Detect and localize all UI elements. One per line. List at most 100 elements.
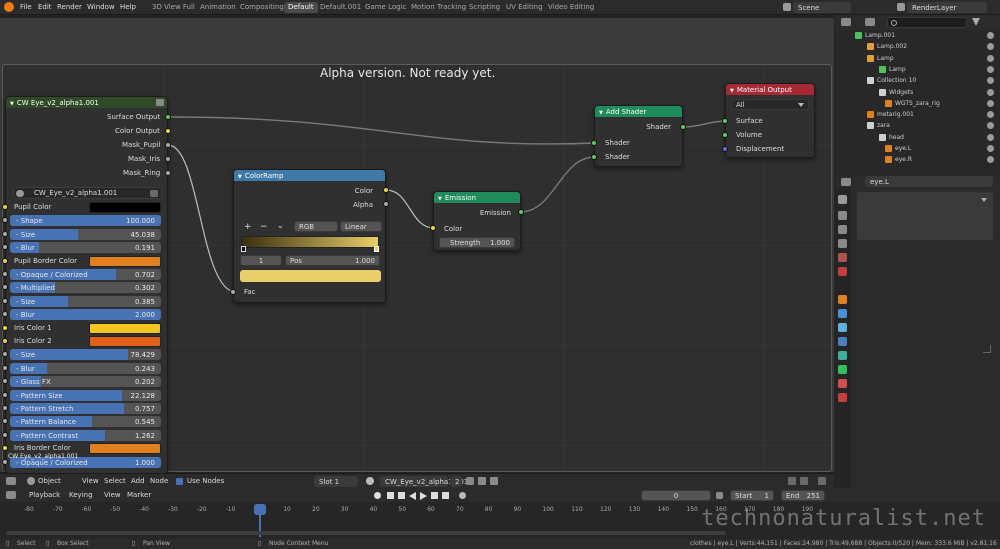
group-slider[interactable]: - Blur 0.191 bbox=[10, 242, 161, 253]
group-slider[interactable]: - Shape 100.000 bbox=[10, 215, 161, 226]
panel-resize-grip[interactable] bbox=[983, 345, 991, 353]
duplicate-material-icon[interactable] bbox=[478, 477, 486, 485]
colorramp-header[interactable]: ▼ ColorRamp bbox=[234, 170, 385, 181]
group-input-socket[interactable] bbox=[2, 204, 8, 210]
tab-video-editing[interactable]: Video Editing bbox=[544, 2, 598, 13]
colorramp-node[interactable]: ▼ ColorRamp Color Alpha + − ⌄ RGB Linear … bbox=[233, 169, 386, 303]
playhead[interactable] bbox=[254, 504, 266, 515]
group-input-socket[interactable] bbox=[2, 298, 8, 304]
group-slider[interactable]: - Blur 2.000 bbox=[10, 309, 161, 320]
fake-user-shield-icon[interactable] bbox=[466, 477, 474, 485]
group-color-swatch[interactable] bbox=[89, 443, 161, 454]
tab-compositing[interactable]: Compositing bbox=[236, 2, 288, 13]
color-output-socket[interactable] bbox=[165, 128, 171, 134]
group-slider[interactable]: - Size 45.038 bbox=[10, 229, 161, 240]
surface-input-socket[interactable] bbox=[722, 118, 728, 124]
material-users-count[interactable]: 2 bbox=[450, 476, 462, 487]
group-input-socket[interactable] bbox=[2, 244, 8, 250]
visibility-eye-icon[interactable] bbox=[987, 43, 994, 51]
constraints-tab-icon[interactable] bbox=[838, 351, 847, 360]
properties-content-box[interactable] bbox=[857, 192, 993, 240]
use-nodes-checkbox[interactable] bbox=[176, 478, 183, 485]
render-layer-selector[interactable]: RenderLayer bbox=[907, 2, 987, 13]
object-mode-dropdown[interactable]: Object bbox=[38, 477, 61, 485]
group-slider[interactable]: - Pattern Size 22.128 bbox=[10, 390, 161, 401]
tab-default[interactable]: Default bbox=[284, 2, 318, 13]
tab-default-001[interactable]: Default.001 bbox=[316, 2, 365, 13]
material-output-header[interactable]: ▼ Material Output bbox=[726, 84, 814, 95]
group-slider[interactable]: - Glass FX 0.202 bbox=[10, 376, 161, 387]
add-shader-node[interactable]: ▼ Add Shader Shader Shader Shader bbox=[594, 105, 683, 167]
menu-file[interactable]: File bbox=[20, 3, 32, 11]
group-input-socket[interactable] bbox=[2, 311, 8, 317]
menu-marker[interactable]: Marker bbox=[127, 491, 151, 499]
add-stop-button[interactable]: + bbox=[244, 222, 252, 232]
visibility-eye-icon[interactable] bbox=[987, 133, 994, 141]
group-input-socket[interactable] bbox=[2, 378, 8, 384]
jump-end-icon[interactable] bbox=[442, 492, 449, 499]
tab-motion-tracking[interactable]: Motion Tracking bbox=[407, 2, 470, 13]
group-slider[interactable]: - Size 0.385 bbox=[10, 296, 161, 307]
tool-tab-icon[interactable] bbox=[838, 195, 847, 204]
chevron-down-icon[interactable] bbox=[981, 198, 987, 202]
ramp-stop-black[interactable] bbox=[241, 246, 246, 252]
current-frame-field[interactable]: 0 bbox=[641, 490, 711, 501]
add-shader-header[interactable]: ▼ Add Shader bbox=[595, 106, 682, 117]
preview-range-icon[interactable] bbox=[716, 492, 723, 499]
record-icon[interactable] bbox=[374, 492, 381, 499]
group-slider[interactable]: - Pattern Contrast 1.262 bbox=[10, 430, 161, 441]
object-mode-icon[interactable] bbox=[27, 477, 35, 485]
outliner-row[interactable]: WGTS_zara_rig bbox=[835, 98, 1000, 109]
menu-window[interactable]: Window bbox=[87, 3, 115, 11]
group-input-socket[interactable] bbox=[2, 445, 8, 451]
properties-editor-icon[interactable] bbox=[841, 178, 851, 186]
visibility-eye-icon[interactable] bbox=[987, 88, 994, 96]
timeline-editor-icon[interactable] bbox=[6, 491, 16, 499]
pin-icon[interactable] bbox=[788, 477, 796, 485]
emission-color-socket[interactable] bbox=[430, 225, 436, 231]
physics-tab-icon[interactable] bbox=[838, 337, 847, 346]
menu-timeline-view[interactable]: View bbox=[104, 491, 121, 499]
snap-icon[interactable] bbox=[800, 477, 808, 485]
menu-add[interactable]: Add bbox=[131, 477, 145, 485]
blender-logo-icon[interactable] bbox=[4, 2, 14, 12]
node-group-icon[interactable] bbox=[156, 99, 164, 106]
scene-selector[interactable]: Scene bbox=[793, 2, 851, 13]
group-color-swatch[interactable] bbox=[89, 202, 161, 213]
material-output-node[interactable]: ▼ Material Output All Surface Volume Disp… bbox=[725, 83, 815, 158]
tab-scripting[interactable]: Scripting bbox=[465, 2, 504, 13]
visibility-eye-icon[interactable] bbox=[987, 77, 994, 85]
visibility-eye-icon[interactable] bbox=[987, 65, 994, 73]
data-tab-icon[interactable] bbox=[838, 365, 847, 374]
mask-pupil-socket[interactable] bbox=[165, 142, 171, 148]
menu-node[interactable]: Node bbox=[150, 477, 168, 485]
visibility-eye-icon[interactable] bbox=[987, 156, 994, 164]
object-name-field[interactable]: eye.L bbox=[865, 176, 993, 187]
group-input-socket[interactable] bbox=[2, 217, 8, 223]
emission-output-socket[interactable] bbox=[518, 209, 524, 215]
group-input-socket[interactable] bbox=[2, 338, 8, 344]
visibility-eye-icon[interactable] bbox=[987, 54, 994, 62]
group-slider[interactable]: - Multiplied 0.302 bbox=[10, 282, 161, 293]
filter-icon[interactable] bbox=[972, 18, 980, 26]
surface-output-socket[interactable] bbox=[165, 114, 171, 120]
emission-header[interactable]: ▼ Emission bbox=[434, 192, 520, 203]
group-slider[interactable]: - Blur 0.243 bbox=[10, 363, 161, 374]
strength-field[interactable]: Strength 1.000 bbox=[439, 237, 515, 248]
group-datablock-selector[interactable]: CW_Eye_v2_alpha1.001 bbox=[13, 187, 162, 199]
scene-tab-icon[interactable] bbox=[838, 253, 847, 262]
unlink-material-icon[interactable] bbox=[490, 477, 498, 485]
stop-position-field[interactable]: Pos 1.000 bbox=[285, 255, 380, 266]
group-input-socket[interactable] bbox=[2, 271, 8, 277]
visibility-eye-icon[interactable] bbox=[987, 122, 994, 130]
color-mode-dropdown[interactable]: RGB bbox=[294, 221, 338, 232]
stop-color-swatch[interactable] bbox=[240, 270, 381, 282]
volume-input-socket[interactable] bbox=[722, 132, 728, 138]
group-input-socket[interactable] bbox=[2, 258, 8, 264]
ramp-stop-active[interactable] bbox=[374, 246, 379, 252]
displacement-input-socket[interactable] bbox=[722, 146, 728, 152]
group-input-socket[interactable] bbox=[2, 365, 8, 371]
slot-dropdown[interactable]: Slot 1 bbox=[314, 476, 358, 487]
object-tab-icon[interactable] bbox=[838, 295, 847, 304]
menu-view[interactable]: View bbox=[82, 477, 99, 485]
